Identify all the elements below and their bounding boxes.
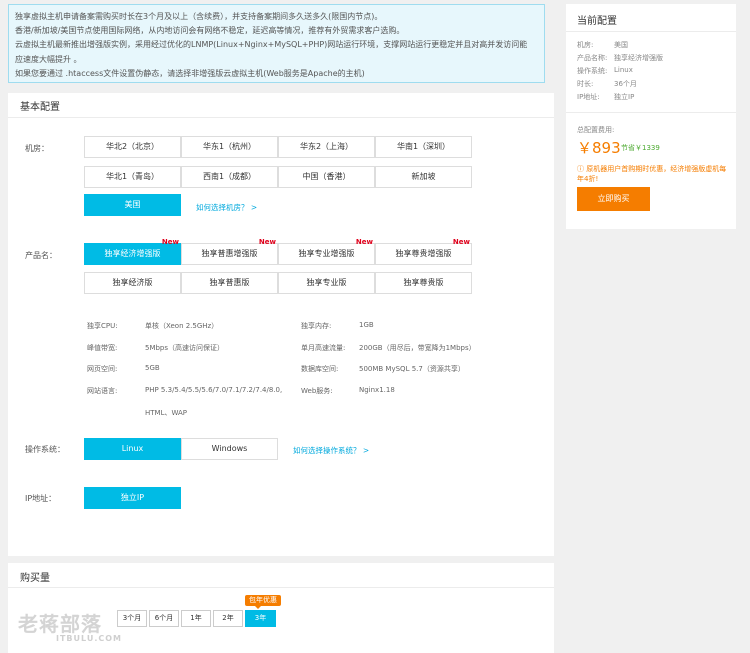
region-option-usa[interactable]: 美国 [84, 194, 181, 216]
basic-config-panel: 基本配置 机房： 华北2（北京） 华东1（杭州） 华东2（上海） 华南1（深圳）… [8, 93, 554, 556]
product-option-economy-plus[interactable]: 独享经济增强版 New [84, 238, 181, 265]
region-option-shanghai[interactable]: 华东2（上海） [278, 136, 375, 158]
os-label: 操作系统： [25, 445, 65, 454]
basic-config-title: 基本配置 [20, 102, 60, 113]
spec-database-value: 500MB MySQL 5.7（资源共享） [359, 365, 465, 373]
region-option-hongkong[interactable]: 中国（香港） [278, 166, 375, 188]
watermark: 老蒋部落 ITBULU.COM [18, 608, 121, 643]
duration-1-year[interactable]: 1年 [181, 610, 211, 627]
notice-line: 应速度大幅提升 。 [15, 54, 82, 64]
watermark-text-en: ITBULU.COM [56, 634, 123, 643]
summary-product-label: 产品名称: [577, 54, 608, 62]
region-option-singapore[interactable]: 新加坡 [375, 166, 472, 188]
new-badge: New [355, 238, 373, 246]
spec-language-value: PHP 5.3/5.4/5.5/5.6/7.0/7.1/7.2/7.4/8.0, [145, 386, 283, 394]
spec-language-label: 网站语言: [87, 387, 118, 395]
summary-ip-label: IP地址: [577, 93, 600, 101]
region-option-hangzhou[interactable]: 华东1（杭州） [181, 136, 278, 158]
spec-webspace-value: 5GB [145, 364, 160, 372]
spec-cpu-value: 单核（Xeon 2.5GHz） [145, 322, 219, 330]
spec-webserver-label: Web服务: [301, 387, 333, 395]
spec-webspace-label: 网页空间: [87, 365, 118, 373]
summary-region-label: 机房: [577, 41, 594, 49]
notice-line: 如果您要通过 .htaccess文件设置伪静态，请选择非增强版云虚拟主机(Web… [15, 68, 365, 78]
product-option-puhui-plus[interactable]: 独享普惠增强版 New [181, 238, 278, 265]
summary-title: 当前配置 [577, 16, 617, 27]
summary-duration-label: 时长: [577, 80, 594, 88]
divider [566, 31, 736, 32]
region-option-chengdu[interactable]: 西南1（成都） [181, 166, 278, 188]
total-price-label: 总配置费用: [577, 126, 615, 134]
summary-os-label: 操作系统: [577, 67, 608, 75]
notice-line: 独享虚拟主机申请备案需购买时长在3个月及以上（含续费），并支持备案期间多久送多久… [15, 12, 383, 21]
product-option-label: 独享尊贵增强版 [395, 249, 452, 258]
notice-line: 香港/新加坡/美国节点使用国际网络，从内地访问会有网络不稳定，延迟高等情况，推荐… [15, 26, 405, 36]
spec-memory-value: 1GB [359, 321, 374, 329]
region-option-shenzhen[interactable]: 华南1（深圳） [375, 136, 472, 158]
product-option-label: 独享经济增强版 [104, 249, 161, 258]
os-help-link[interactable]: 如何选择操作系统？ > [293, 445, 369, 456]
product-option-pro-plus[interactable]: 独享专业增强版 New [278, 238, 375, 265]
product-option-puhui[interactable]: 独享普惠版 [181, 272, 278, 294]
spec-traffic-value: 200GB（用尽后，带宽降为1Mbps） [359, 344, 476, 352]
region-help-link[interactable]: 如何选择机房？ > [196, 202, 257, 213]
total-price: ￥893 [577, 139, 621, 157]
region-label: 机房： [25, 144, 49, 153]
os-option-windows[interactable]: Windows [181, 438, 278, 460]
spec-bandwidth-label: 峰值带宽: [87, 344, 118, 352]
new-badge: New [452, 238, 470, 246]
purchase-title: 购买量 [20, 573, 50, 584]
duration-6-months[interactable]: 6个月 [149, 610, 179, 627]
summary-ip-value: 独立IP [614, 93, 635, 101]
product-label: 产品名： [25, 251, 57, 260]
ip-option-dedicated[interactable]: 独立IP [84, 487, 181, 509]
notice-line: 云虚拟主机最新推出增强版实例，采用经过优化的LNMP(Linux+Nginx+M… [15, 40, 528, 50]
spec-language-value-2: HTML、WAP [145, 409, 188, 417]
spec-memory-label: 独享内存: [301, 322, 332, 330]
duration-2-years[interactable]: 2年 [213, 610, 243, 627]
duration-3-years[interactable]: 3年 [245, 610, 276, 627]
new-badge: New [161, 238, 179, 246]
summary-panel: 当前配置 机房: 美国 产品名称: 独享经济增强版 操作系统: Linux 时长… [566, 4, 736, 229]
spec-cpu-label: 独享CPU: [87, 322, 118, 330]
duration-3-months[interactable]: 3个月 [117, 610, 147, 627]
os-option-linux[interactable]: Linux [84, 438, 181, 460]
savings-text: 节省￥1339 [621, 144, 660, 152]
region-option-beijing[interactable]: 华北2（北京） [84, 136, 181, 158]
region-option-qingdao[interactable]: 华北1（青岛） [84, 166, 181, 188]
product-option-label: 独享专业增强版 [298, 249, 355, 258]
watermark-text-cn: 老蒋部落 [18, 612, 102, 636]
divider [566, 112, 736, 113]
product-option-economy[interactable]: 独享经济版 [84, 272, 181, 294]
spec-webserver-value: Nginx1.18 [359, 386, 395, 394]
product-option-label: 独享普惠增强版 [201, 249, 258, 258]
buy-now-button[interactable]: 立即购买 [577, 187, 650, 211]
spec-bandwidth-value: 5Mbps（高速访问保证） [145, 344, 225, 352]
summary-region-value: 美国 [614, 41, 628, 49]
product-option-premium[interactable]: 独享尊贵版 [375, 272, 472, 294]
product-option-pro[interactable]: 独享专业版 [278, 272, 375, 294]
summary-os-value: Linux [614, 66, 633, 74]
notice-box: 独享虚拟主机申请备案需购买时长在3个月及以上（含续费），并支持备案期间多久送多久… [8, 4, 545, 83]
spec-database-label: 数据库空间: [301, 365, 339, 373]
summary-duration-value: 36个月 [614, 80, 637, 88]
promo-warning: ⓘ 原机器用户首购期时优惠，经济增强版虚机每年4折! [577, 165, 727, 183]
new-badge: New [258, 238, 276, 246]
annual-promo-badge: 包年优惠 [245, 595, 281, 609]
divider [8, 587, 554, 588]
summary-product-value: 独享经济增强版 [614, 54, 663, 62]
ip-label: IP地址： [25, 494, 57, 503]
divider [8, 117, 554, 118]
product-option-premium-plus[interactable]: 独享尊贵增强版 New [375, 238, 472, 265]
spec-traffic-label: 单月高速流量: [301, 344, 346, 352]
